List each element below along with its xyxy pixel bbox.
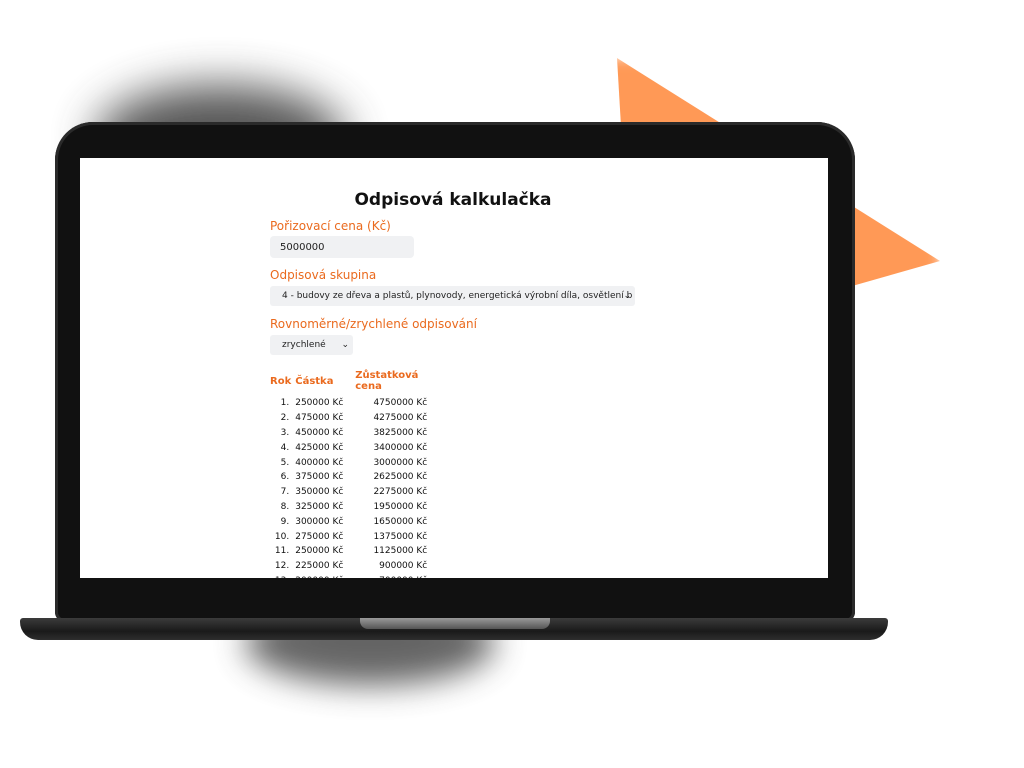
table-row: 7. 350000 Kč 2275000 Kč [270,485,428,500]
group-select-value: 4 - budovy ze dřeva a plastů, plynovody,… [282,291,633,301]
table-row: 12. 225000 Kč 900000 Kč [270,559,427,574]
cell-castka: 200000 Kč [295,574,355,578]
cell-rok: 6. [280,472,290,483]
table-row: 10. 275000 Kč 1375000 Kč [270,529,427,544]
cell-rok: 1. [280,398,290,409]
cell-castka: 400000 Kč [295,457,344,468]
cell-zustatek: 1950000 Kč [373,501,428,512]
depreciation-table: Rok Částka Zůstatková cena 1. 250000 Kč 47… [270,370,427,578]
chevron-down-icon: ⌄ [341,340,349,350]
laptop-screen: Odpisová kalkulačka Pořizovací cena (Kč)… [80,158,828,578]
cell-zustatek: 1375000 Kč [373,531,428,542]
price-label: Pořizovací cena (Kč) [270,219,391,233]
cell-zustatek: 3825000 Kč [373,427,428,438]
cell-zustatek: 3000000 Kč [373,457,428,468]
table-row: 3. 450000 Kč 3825000 Kč [270,426,428,441]
cell-castka: 275000 Kč [295,531,344,542]
table-row: 9. 300000 Kč 1650000 Kč [270,514,428,529]
method-label: Rovnoměrné/zrychlené odpisování [270,317,477,331]
cell-castka: 375000 Kč [295,472,344,483]
method-select-value: zrychlené [282,340,326,350]
header-rok: Rok [270,375,292,387]
cell-zustatek: 2625000 Kč [373,472,428,483]
group-select[interactable]: 4 - budovy ze dřeva a plastů, plynovody,… [270,286,635,306]
table-header-row: Rok Částka Zůstatková cena [270,370,427,396]
cell-zustatek: 4275000 Kč [373,413,428,424]
price-input[interactable] [270,236,414,258]
cell-castka: 350000 Kč [295,487,344,498]
header-castka: Částka [295,375,334,387]
table-row: 1. 250000 Kč 4750000 Kč [270,396,428,411]
table-row: 2. 475000 Kč 4275000 Kč [270,411,428,426]
cell-rok: 4. [280,442,290,453]
cell-rok: 9. [280,516,290,527]
table-row: 11. 250000 Kč 1125000 Kč [270,544,427,559]
table-row: 6. 375000 Kč 2625000 Kč [270,470,428,485]
cell-castka: 425000 Kč [295,442,344,453]
cell-castka: 325000 Kč [295,501,344,512]
cell-rok: 5. [280,457,290,468]
chevron-down-icon: ⌄ [623,291,631,301]
group-label: Odpisová skupina [270,268,377,282]
cell-rok: 7. [280,487,290,498]
cell-rok: 2. [280,413,290,424]
header-zustatek: Zůstatková cena [355,370,419,392]
method-select[interactable]: zrychlené ⌄ [270,335,353,355]
cell-zustatek: 900000 Kč [379,561,428,572]
table-row: 13.200000 Kč700000 Kč [270,574,427,578]
cell-rok: 10. [274,531,290,542]
cell-zustatek: 700000 Kč [355,574,427,578]
cell-zustatek: 2275000 Kč [373,487,428,498]
cell-zustatek: 1650000 Kč [373,516,428,527]
cell-castka: 250000 Kč [295,546,344,557]
cell-castka: 250000 Kč [295,398,344,409]
laptop-notch [360,618,550,629]
cell-zustatek: 3400000 Kč [373,442,428,453]
cell-rok: 11. [274,546,290,557]
cell-castka: 225000 Kč [295,561,344,572]
cell-rok: 13. [270,574,295,578]
cell-castka: 450000 Kč [295,427,344,438]
cell-zustatek: 4750000 Kč [373,398,428,409]
cell-rok: 8. [280,501,290,512]
table-row: 5. 400000 Kč 3000000 Kč [270,455,428,470]
cell-rok: 12. [274,561,290,572]
cell-rok: 3. [280,427,290,438]
table-row: 4. 425000 Kč 3400000 Kč [270,440,428,455]
cell-zustatek: 1125000 Kč [373,546,428,557]
cell-castka: 300000 Kč [295,516,344,527]
page-title: Odpisová kalkulačka [354,190,552,210]
cell-castka: 475000 Kč [295,413,344,424]
table-row: 8. 325000 Kč 1950000 Kč [270,500,428,515]
